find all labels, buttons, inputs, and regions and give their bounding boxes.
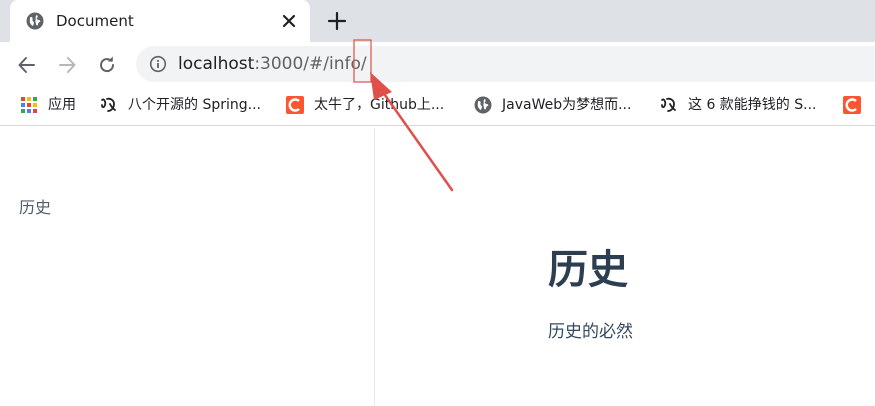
info-icon[interactable] — [149, 55, 167, 73]
csdn-c-icon — [286, 96, 304, 114]
bookmark-label: 太牛了，Github上... — [314, 97, 445, 113]
bookmark-javaweb[interactable]: JavaWeb为梦想而... — [474, 94, 649, 116]
tab-title: Document — [56, 12, 134, 30]
bookmark-label: 应用 — [48, 97, 76, 113]
docs-sidebar: 历史 — [0, 128, 375, 406]
bookmark-logo-icon — [101, 97, 116, 112]
bookmark-apps[interactable]: 应用 — [20, 94, 80, 116]
globe-icon — [474, 96, 492, 114]
plus-icon[interactable] — [326, 10, 348, 32]
apps-grid-icon — [21, 97, 37, 113]
forward-arrow-icon[interactable] — [56, 54, 78, 76]
address-bar[interactable]: localhost:3000/#/info/ — [136, 46, 875, 82]
sidebar-item-history[interactable]: 历史 — [19, 194, 51, 218]
bookmarks-bar: 应用 八个开源的 Spring... 太牛了，Github上... JavaWe… — [0, 88, 875, 126]
bookmark-money[interactable]: 这 6 款能挣钱的 S... — [660, 94, 835, 116]
tab-strip: Document — [0, 0, 875, 42]
bookmark-spring[interactable]: 八个开源的 Spring... — [100, 94, 275, 116]
browser-toolbar: localhost:3000/#/info/ — [0, 42, 875, 88]
url-host: localhost — [178, 54, 255, 74]
url-text[interactable]: localhost:3000/#/info/ — [178, 54, 367, 74]
globe-icon — [26, 12, 44, 30]
page-title: 历史 — [548, 247, 628, 293]
bookmark-github[interactable]: 太牛了，Github上... — [286, 94, 461, 116]
back-arrow-icon[interactable] — [16, 54, 38, 76]
bookmark-logo-icon — [661, 97, 676, 112]
browser-tab[interactable]: Document — [10, 0, 310, 42]
reload-icon[interactable] — [96, 54, 118, 76]
close-icon[interactable] — [280, 12, 298, 30]
bookmark-label: JavaWeb为梦想而... — [502, 97, 632, 113]
bookmark-cut-off[interactable] — [843, 94, 875, 116]
bookmark-label: 这 6 款能挣钱的 S... — [688, 97, 817, 113]
csdn-c-icon — [843, 96, 861, 114]
bookmark-label: 八个开源的 Spring... — [128, 97, 261, 113]
page-paragraph: 历史的必然 — [548, 322, 633, 342]
url-path: :3000/#/info/ — [254, 54, 367, 74]
